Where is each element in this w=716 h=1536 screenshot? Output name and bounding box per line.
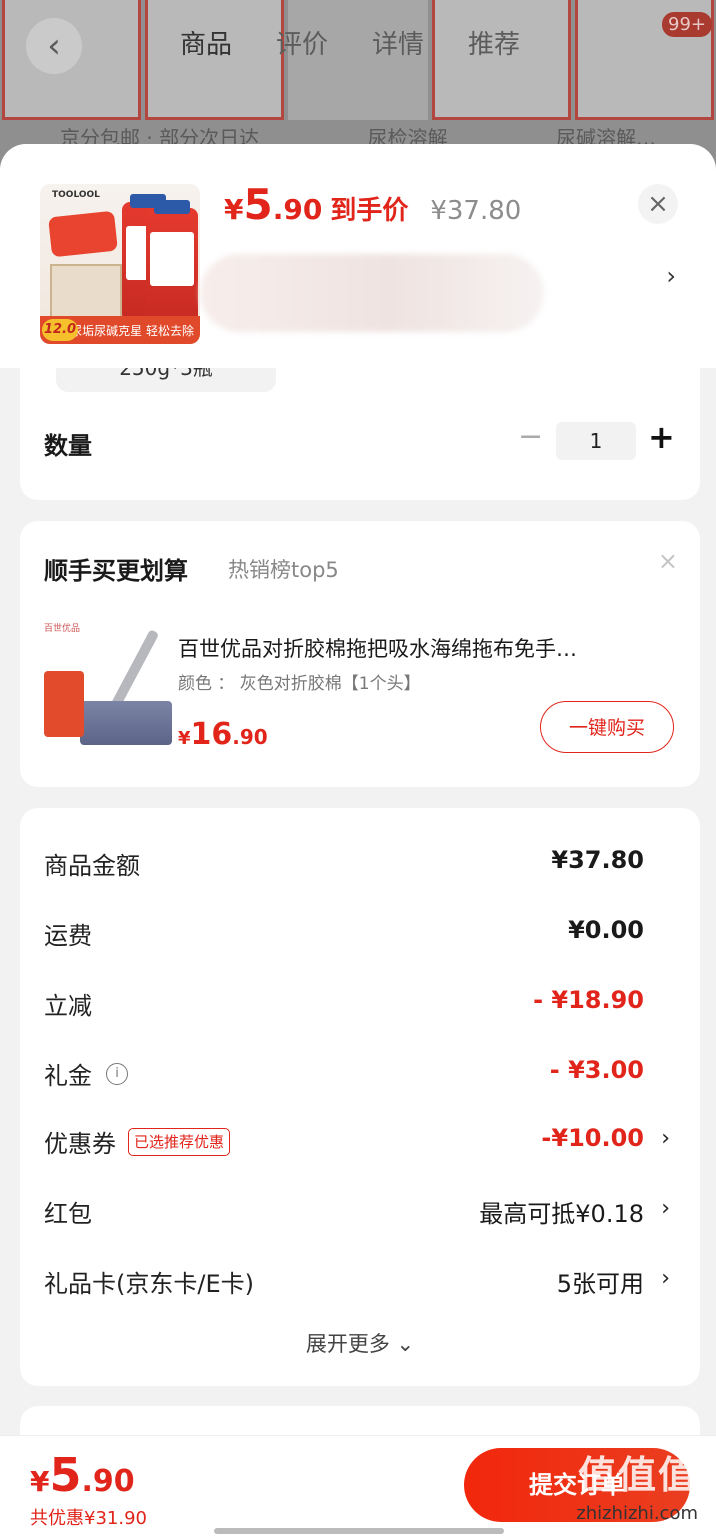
promo-tag-icon xyxy=(44,671,84,737)
price-integer: 5 xyxy=(243,180,273,229)
tab-recommend[interactable]: 推荐 xyxy=(468,24,520,61)
summary-label: 优惠券 已选推荐优惠 xyxy=(44,1124,231,1159)
chevron-right-icon[interactable]: › xyxy=(661,1196,670,1221)
total-savings: 共优惠¥31.90 xyxy=(30,1508,147,1529)
recommendation-price: ¥ 16 .90 xyxy=(178,717,268,752)
coupon-recommended-tag: 已选推荐优惠 xyxy=(128,1127,231,1156)
summary-value: -¥10.00 xyxy=(541,1124,644,1152)
tab-product[interactable]: 商品 xyxy=(180,24,232,61)
price-decimal: .90 xyxy=(272,193,323,226)
price-symbol: ¥ xyxy=(30,1465,50,1498)
background-thumbnails xyxy=(0,0,716,140)
background-tabs: 商品 评价 详情 推荐 xyxy=(180,24,520,61)
thumbnail-price-badge: 12.0 xyxy=(42,319,78,341)
price-symbol: ¥ xyxy=(224,193,244,226)
summary-value: - ¥18.90 xyxy=(533,986,644,1014)
info-icon[interactable]: i xyxy=(106,1062,128,1085)
chevron-right-icon[interactable]: › xyxy=(661,1126,670,1151)
home-indicator[interactable] xyxy=(214,1528,504,1534)
summary-label: 红包 xyxy=(44,1200,92,1228)
summary-label: 礼金 i xyxy=(44,1056,128,1091)
purchase-sheet: TOOLOOL 尿垢尿碱克星 轻松去除 12.0 ¥ 5 .90 到手价 ¥37… xyxy=(0,144,716,1536)
summary-row-gift-card[interactable]: 礼品卡(京东卡/E卡) 5张可用 › xyxy=(20,1260,700,1300)
recommendation-product-name[interactable]: 百世优品对折胶棉拖把吸水海绵拖布免手… xyxy=(178,633,674,663)
summary-value: - ¥3.00 xyxy=(549,1056,644,1084)
summary-value: 5张可用 xyxy=(556,1270,644,1298)
checkout-bar: ¥ 5 .90 共优惠¥31.90 提交订单 值值值 zhizhizhi.com xyxy=(0,1436,716,1536)
summary-label-text: 礼金 xyxy=(44,1062,92,1090)
summary-row-coupon[interactable]: 优惠券 已选推荐优惠 -¥10.00 › xyxy=(20,1120,700,1160)
price-decimal: .90 xyxy=(81,1464,135,1499)
summary-row-instant-discount: 立减 - ¥18.90 xyxy=(20,982,700,1022)
summary-label: 礼品卡(京东卡/E卡) xyxy=(44,1270,254,1298)
close-icon[interactable]: × xyxy=(638,184,678,224)
recommendation-subtitle: 热销榜top5 xyxy=(228,558,339,582)
price-integer: 16 xyxy=(190,717,233,752)
quantity-input[interactable]: 1 xyxy=(556,422,636,460)
mop-head-icon xyxy=(80,701,172,745)
quantity-card: 250g*3瓶 数量 − 1 + xyxy=(20,354,700,500)
summary-row-shipping: 运费 ¥0.00 xyxy=(20,912,700,952)
summary-row-goods-amount: 商品金额 ¥37.80 xyxy=(20,842,700,882)
thumbnail-brand: TOOLOOL xyxy=(52,190,100,200)
summary-row-red-packet[interactable]: 红包 最高可抵¥0.18 › xyxy=(20,1190,700,1230)
summary-row-gift-money: 礼金 i - ¥3.00 xyxy=(20,1052,700,1092)
back-icon[interactable]: ‹ xyxy=(26,18,82,74)
final-price: ¥ 5 .90 到手价 ¥37.80 xyxy=(224,180,521,229)
summary-value: 最高可抵¥0.18 xyxy=(479,1200,644,1228)
product-thumbnail[interactable]: TOOLOOL 尿垢尿碱克星 轻松去除 12.0 xyxy=(40,184,200,344)
price-tag-label: 到手价 xyxy=(330,196,409,226)
quantity-label: 数量 xyxy=(44,432,92,460)
sheet-header: TOOLOOL 尿垢尿碱克星 轻松去除 12.0 ¥ 5 .90 到手价 ¥37… xyxy=(0,144,716,368)
expand-more-button[interactable]: 展开更多 ⌄ xyxy=(20,1328,700,1358)
watermark: 值值值 zhizhizhi.com xyxy=(576,1444,698,1524)
price-integer: 5 xyxy=(49,1448,82,1502)
tab-reviews[interactable]: 评价 xyxy=(276,24,328,61)
summary-label: 运费 xyxy=(44,922,92,950)
bottle-icon xyxy=(146,200,198,326)
watermark-logo: 值值值 xyxy=(577,1453,698,1497)
summary-label: 立减 xyxy=(44,992,92,1020)
close-icon[interactable]: × xyxy=(658,547,678,575)
price-summary-card: 商品金额 ¥37.80 运费 ¥0.00 立减 - ¥18.90 礼金 i - … xyxy=(20,808,700,1386)
total-price: ¥ 5 .90 xyxy=(30,1448,135,1502)
mop-product-image[interactable]: 百世优品 xyxy=(44,621,174,751)
notification-badge: 99+ xyxy=(662,12,712,37)
summary-label-text: 优惠券 xyxy=(44,1130,116,1158)
quantity-decrease-button[interactable]: − xyxy=(518,422,543,452)
quantity-increase-button[interactable]: + xyxy=(648,420,675,454)
promo-burst-icon xyxy=(48,210,118,258)
watermark-url: zhizhizhi.com xyxy=(576,1503,698,1524)
recommendation-card: 顺手买更划算 热销榜top5 × 百世优品 百世优品对折胶棉拖把吸水海绵拖布免手… xyxy=(20,521,700,787)
summary-label: 商品金额 xyxy=(44,852,140,880)
toilet-image xyxy=(50,264,122,320)
price-symbol: ¥ xyxy=(178,728,191,749)
recommendation-title: 顺手买更划算 xyxy=(44,557,188,585)
chevron-right-icon[interactable]: › xyxy=(661,1266,670,1291)
mop-brand-label: 百世优品 xyxy=(44,624,81,634)
summary-value: ¥37.80 xyxy=(551,846,644,874)
one-click-buy-button[interactable]: 一键购买 xyxy=(540,701,674,753)
summary-value: ¥0.00 xyxy=(568,916,644,944)
tab-details[interactable]: 详情 xyxy=(372,24,424,61)
recommendation-spec: 颜色 ： 灰色对折胶棉【1个头】 xyxy=(178,674,421,694)
chevron-right-icon[interactable]: › xyxy=(666,262,676,290)
price-decimal: .90 xyxy=(232,725,268,749)
original-price: ¥37.80 xyxy=(430,196,522,226)
blurred-address-bar[interactable] xyxy=(200,254,544,332)
